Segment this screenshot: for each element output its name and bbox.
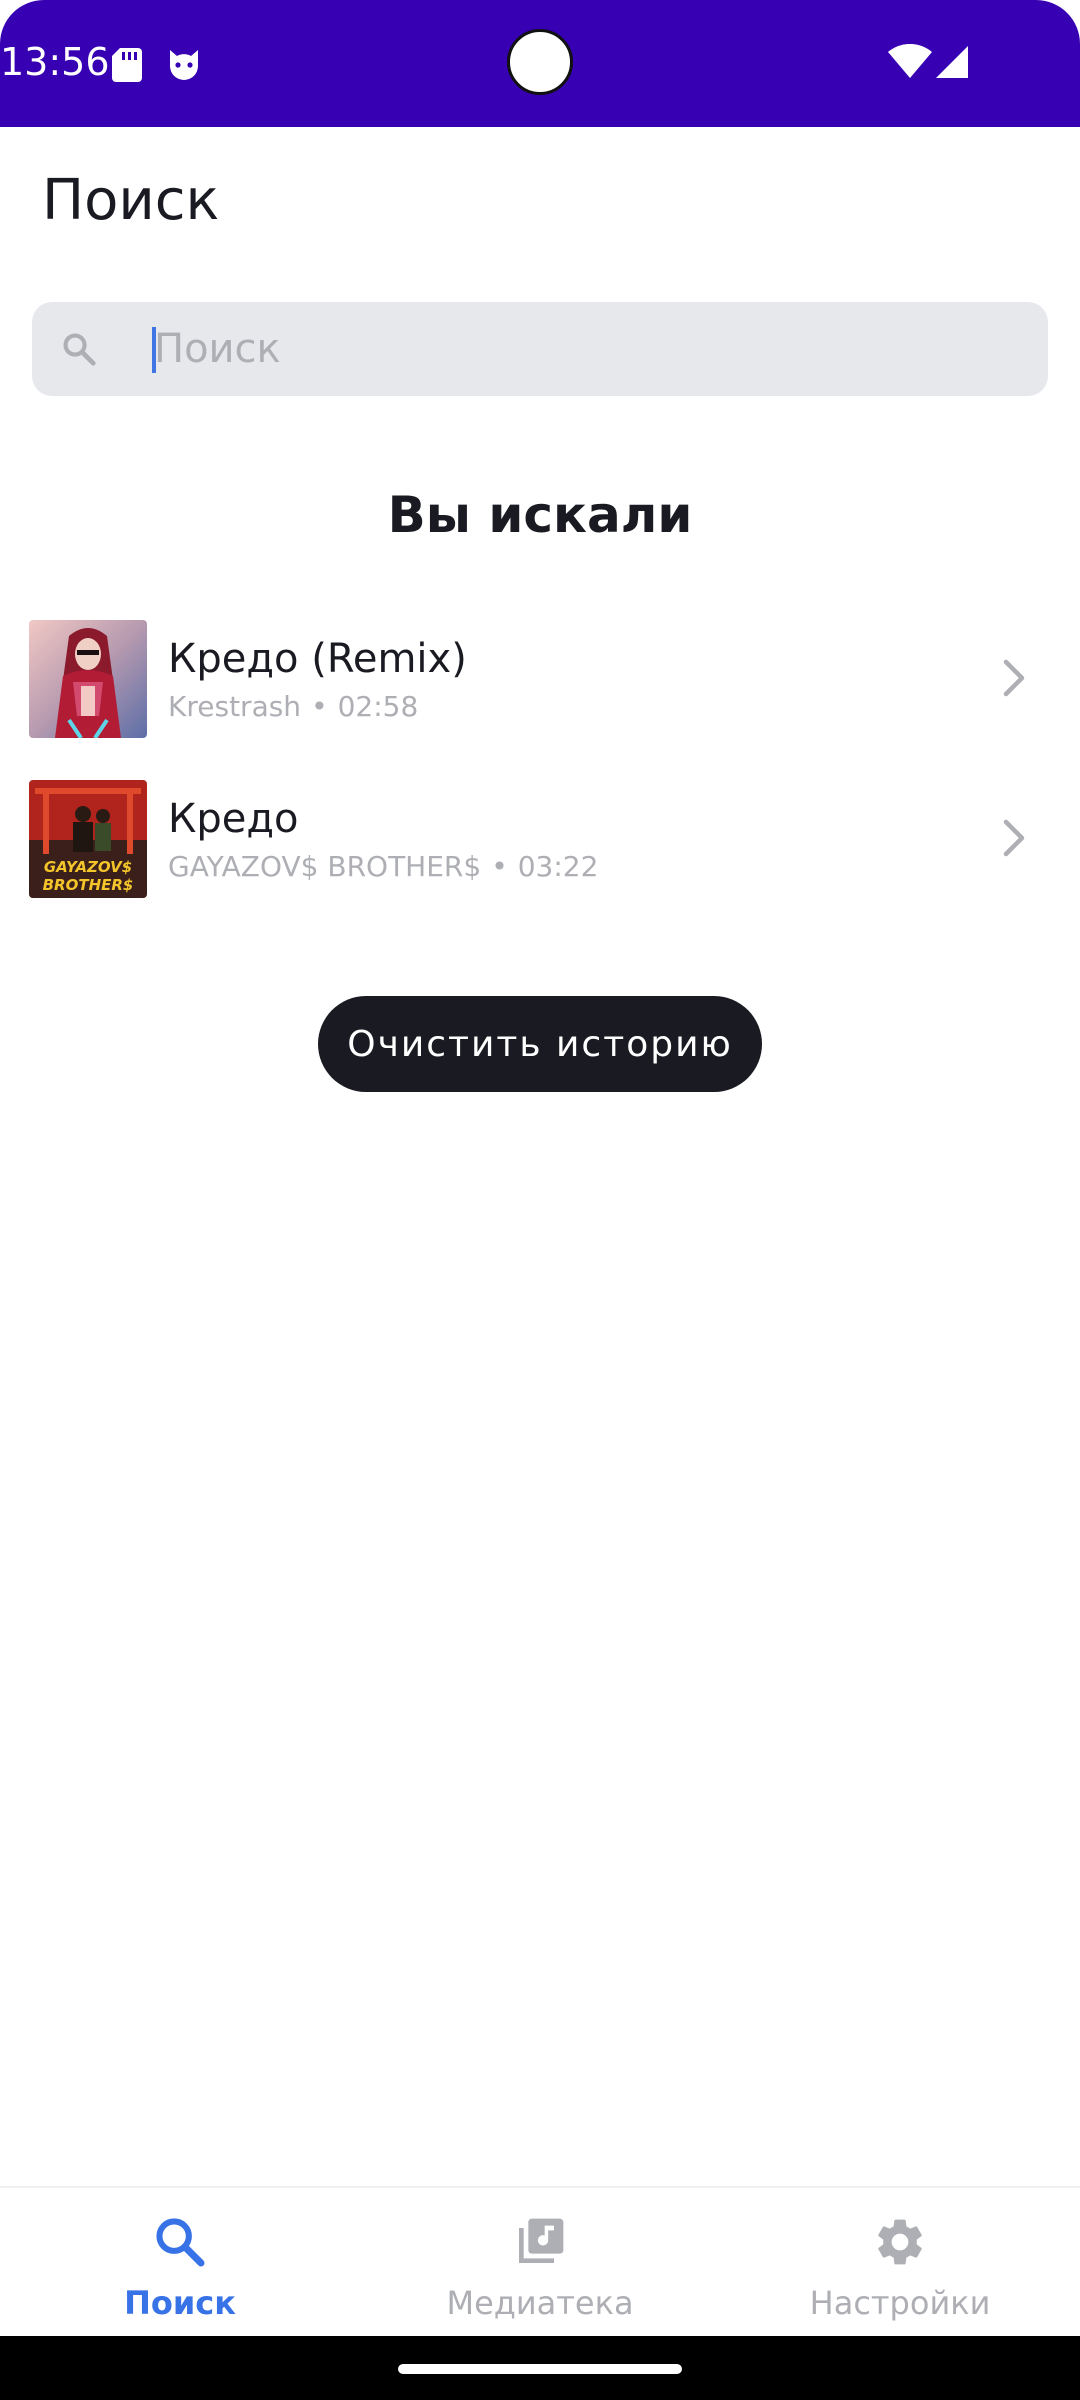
nav-label-search: Поиск <box>124 2284 236 2322</box>
status-bar: 13:56 <box>0 0 1080 127</box>
nav-item-settings[interactable]: Настройки <box>720 2188 1080 2338</box>
screen: 13:56 Поиск Вы искали <box>0 0 1080 2400</box>
history-title: Вы искали <box>387 486 693 544</box>
track-name: Кредо (Remix) <box>168 636 467 682</box>
signal-icon <box>936 46 968 78</box>
bottom-navigation: Поиск Медиатека Настройки <box>0 2186 1080 2336</box>
gesture-area <box>0 2336 1080 2400</box>
search-box[interactable] <box>32 302 1048 396</box>
track-name: Кредо <box>168 796 299 842</box>
track-meta: Krestrash • 02:58 <box>168 690 418 723</box>
nav-item-search[interactable]: Поиск <box>0 2188 360 2338</box>
nav-item-library[interactable]: Медиатека <box>360 2188 720 2338</box>
front-camera <box>507 29 573 95</box>
page-title: Поиск <box>42 168 220 233</box>
track-artist: GAYAZOV$ BROTHER$ <box>168 850 482 883</box>
search-icon <box>156 2218 205 2267</box>
meta-separator: • <box>311 690 328 723</box>
history-item[interactable]: GAYAZOV$ BROTHER$ Кредо GAYAZOV$ BROTHER… <box>0 758 1080 918</box>
track-artist: Krestrash <box>168 690 302 723</box>
chevron-right-icon <box>1003 659 1025 697</box>
search-icon <box>63 333 96 366</box>
chevron-right-icon <box>1003 819 1025 857</box>
nav-label-library: Медиатека <box>446 2284 634 2322</box>
library-icon <box>519 2218 564 2263</box>
track-duration: 03:22 <box>517 850 599 883</box>
home-indicator[interactable] <box>398 2364 682 2374</box>
status-time: 13:56 <box>0 40 110 84</box>
clear-history-button[interactable]: Очистить историю <box>318 996 762 1092</box>
svg-text:GAYAZOV$: GAYAZOV$ <box>44 858 132 876</box>
album-cover <box>29 620 147 738</box>
gear-icon <box>878 2219 922 2265</box>
search-input[interactable] <box>154 302 1014 396</box>
track-meta: GAYAZOV$ BROTHER$ • 03:22 <box>168 850 598 883</box>
wifi-icon <box>888 44 932 78</box>
svg-text:BROTHER$: BROTHER$ <box>43 876 134 894</box>
track-duration: 02:58 <box>337 690 419 723</box>
album-cover: GAYAZOV$ BROTHER$ <box>29 780 147 898</box>
history-item[interactable]: Кредо (Remix) Krestrash • 02:58 <box>0 598 1080 758</box>
sd-card-icon <box>112 48 142 82</box>
meta-separator: • <box>491 850 508 883</box>
cat-icon <box>170 50 198 80</box>
nav-label-settings: Настройки <box>809 2284 991 2322</box>
